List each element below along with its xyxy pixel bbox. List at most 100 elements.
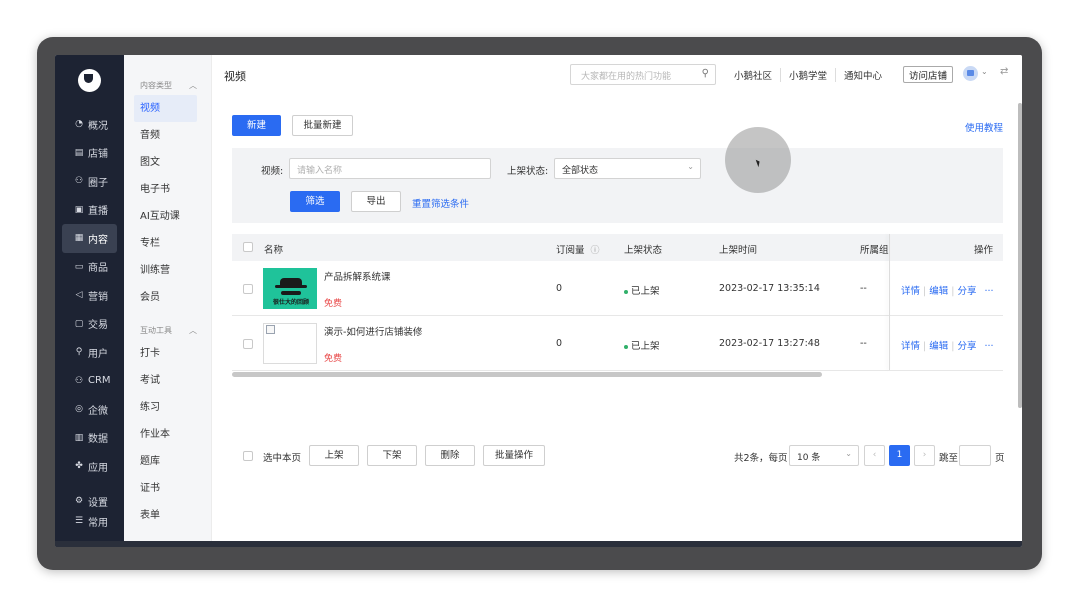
link-academy[interactable]: 小鹅学堂: [781, 68, 837, 82]
select-all-checkbox[interactable]: [243, 242, 253, 252]
off-shelf-button[interactable]: 下架: [367, 445, 417, 466]
batch-ops-button[interactable]: 批量操作: [483, 445, 545, 466]
page-size-select[interactable]: 10 条 ⌄: [789, 445, 859, 466]
chevron-up-icon: ︿: [189, 326, 197, 335]
share-link[interactable]: 分享: [957, 286, 976, 297]
sidebar-bottom-item-1[interactable]: ☰ 常用: [55, 511, 124, 531]
subnav-item[interactable]: 表单: [124, 502, 211, 529]
main-nav: ◔ 概况 ▤ 店铺 ⚇ 圈子 ▣ 直播 ▦ 内容 ▭ 商品 ◁ 营销 ▢ 交易 ⚲ 用户 ⚇ CRM ◎ 企微 ▥ 数据 ✤ 应用: [55, 110, 124, 481]
store-avatar-icon[interactable]: [963, 66, 978, 81]
subnav-group-label: 内容类型: [140, 81, 172, 90]
new-button[interactable]: 新建: [232, 115, 281, 136]
course-thumbnail[interactable]: 很仕大的回顾: [263, 268, 317, 309]
sidebar-item-label: 店铺: [88, 149, 108, 161]
more-icon[interactable]: ···: [984, 286, 993, 297]
link-notification-center[interactable]: 通知中心: [836, 68, 890, 82]
sidebar-item-label: 内容: [88, 234, 108, 246]
fixed-column-divider: [889, 234, 890, 370]
detail-link[interactable]: 详情: [901, 341, 920, 352]
select-page-checkbox[interactable]: [243, 451, 253, 461]
search-placeholder: 大家都在用的热门功能: [581, 72, 672, 82]
subnav-item[interactable]: 考试: [124, 367, 211, 394]
jump-page-input[interactable]: [959, 445, 991, 466]
sidebar-item-label: 商品: [88, 263, 108, 275]
top-links: 小鹅社区 小鹅学堂 通知中心: [726, 68, 890, 82]
export-button[interactable]: 导出: [351, 191, 401, 212]
sidebar-item-10[interactable]: ◎ 企微: [55, 395, 124, 424]
common-icon: ☰: [74, 516, 84, 526]
visit-store-button[interactable]: 访问店铺: [903, 66, 954, 83]
subnav-group-interactive-tools[interactable]: 互动工具 ︿: [124, 311, 211, 340]
page-1-button[interactable]: 1: [889, 445, 910, 466]
subnav-group-content-types[interactable]: 内容类型 ︿: [124, 55, 211, 95]
filter-button[interactable]: 筛选: [290, 191, 340, 212]
video-filter-label: 视频:: [261, 166, 284, 177]
content-icon: ▦: [74, 233, 84, 244]
subnav-item[interactable]: 电子书: [124, 176, 211, 203]
sidebar-item-2[interactable]: ⚇ 圈子: [55, 167, 124, 196]
sidebar-item-5[interactable]: ▭ 商品: [55, 253, 124, 282]
edit-link[interactable]: 编辑: [929, 286, 948, 297]
row-price: 免费: [324, 354, 343, 364]
sidebar-item-11[interactable]: ▥ 数据: [55, 424, 124, 453]
sidebar-item-1[interactable]: ▤ 店铺: [55, 139, 124, 168]
info-icon[interactable]: ⓘ: [591, 246, 600, 256]
separator: |: [951, 341, 955, 352]
reset-filter-link[interactable]: 重置筛选条件: [412, 196, 469, 210]
subnav-item[interactable]: 会员: [124, 284, 211, 311]
next-page-button[interactable]: ›: [914, 445, 935, 466]
subnav-item[interactable]: 训练营: [124, 257, 211, 284]
subnav-item[interactable]: 作业本: [124, 421, 211, 448]
row-checkbox[interactable]: [243, 284, 253, 294]
on-shelf-button[interactable]: 上架: [309, 445, 359, 466]
sidebar-item-0[interactable]: ◔ 概况: [55, 110, 124, 139]
sidebar-item-label: 企微: [88, 405, 108, 417]
search-icon[interactable]: ⚲: [702, 68, 709, 79]
sidebar-item-8[interactable]: ⚲ 用户: [55, 338, 124, 367]
row-title[interactable]: 演示-如何进行店铺装修: [324, 324, 422, 338]
tutorial-link[interactable]: 使用教程: [965, 120, 1003, 134]
chevron-down-icon[interactable]: ⌄: [981, 67, 988, 76]
vertical-scrollbar[interactable]: [1018, 103, 1022, 408]
subnav-item[interactable]: 专栏: [124, 230, 211, 257]
row-checkbox[interactable]: [243, 339, 253, 349]
horizontal-scrollbar[interactable]: [232, 372, 822, 377]
marketing-icon: ◁: [75, 290, 83, 301]
search-input[interactable]: 大家都在用的热门功能 ⚲: [570, 64, 716, 85]
subnav-item[interactable]: 练习: [124, 394, 211, 421]
sidebar-bottom-item-0[interactable]: ⚙ 设置: [55, 491, 124, 511]
subnav-item[interactable]: AI互动课: [124, 203, 211, 230]
subnav-item[interactable]: 视频: [134, 95, 197, 122]
sidebar-item-6[interactable]: ◁ 营销: [55, 281, 124, 310]
delete-button[interactable]: 删除: [425, 445, 475, 466]
sidebar-item-4[interactable]: ▦ 内容: [62, 224, 117, 253]
sidebar-item-3[interactable]: ▣ 直播: [55, 196, 124, 225]
course-thumbnail[interactable]: [263, 323, 317, 364]
more-icon[interactable]: ···: [984, 341, 993, 352]
subnav-item[interactable]: 证书: [124, 475, 211, 502]
edit-link[interactable]: 编辑: [929, 341, 948, 352]
subnav-item[interactable]: 图文: [124, 149, 211, 176]
detail-link[interactable]: 详情: [901, 286, 920, 297]
content-subnav: 内容类型 ︿ 视频 音频 图文 电子书 AI互动课 专栏 训练营 会员 互动工具 ︿ 打卡 考试…: [124, 55, 212, 547]
row-title[interactable]: 产品拆解系统课: [324, 269, 391, 283]
mustache-graphic: [281, 291, 301, 295]
header-time: 上架时间: [719, 245, 758, 256]
data-icon: ▥: [74, 432, 84, 443]
row-subscriptions: 0: [556, 338, 563, 349]
prev-page-button[interactable]: ‹: [864, 445, 885, 466]
sidebar-item-9[interactable]: ⚇ CRM: [55, 367, 124, 396]
subnav-item[interactable]: 音频: [124, 122, 211, 149]
status-select[interactable]: 全部状态 ⌄: [554, 158, 701, 179]
subnav-item[interactable]: 打卡: [124, 340, 211, 367]
link-community[interactable]: 小鹅社区: [726, 68, 782, 82]
batch-new-button[interactable]: 批量新建: [292, 115, 353, 136]
sidebar-item-label: 数据: [88, 434, 108, 446]
sidebar-item-7[interactable]: ▢ 交易: [55, 310, 124, 339]
switch-icon[interactable]: ⇄: [1000, 66, 1008, 77]
video-name-input[interactable]: 请输入名称: [289, 158, 491, 179]
sidebar-item-12[interactable]: ✤ 应用: [55, 452, 124, 481]
share-link[interactable]: 分享: [957, 341, 976, 352]
subnav-item[interactable]: 题库: [124, 448, 211, 475]
separator: |: [923, 286, 927, 297]
